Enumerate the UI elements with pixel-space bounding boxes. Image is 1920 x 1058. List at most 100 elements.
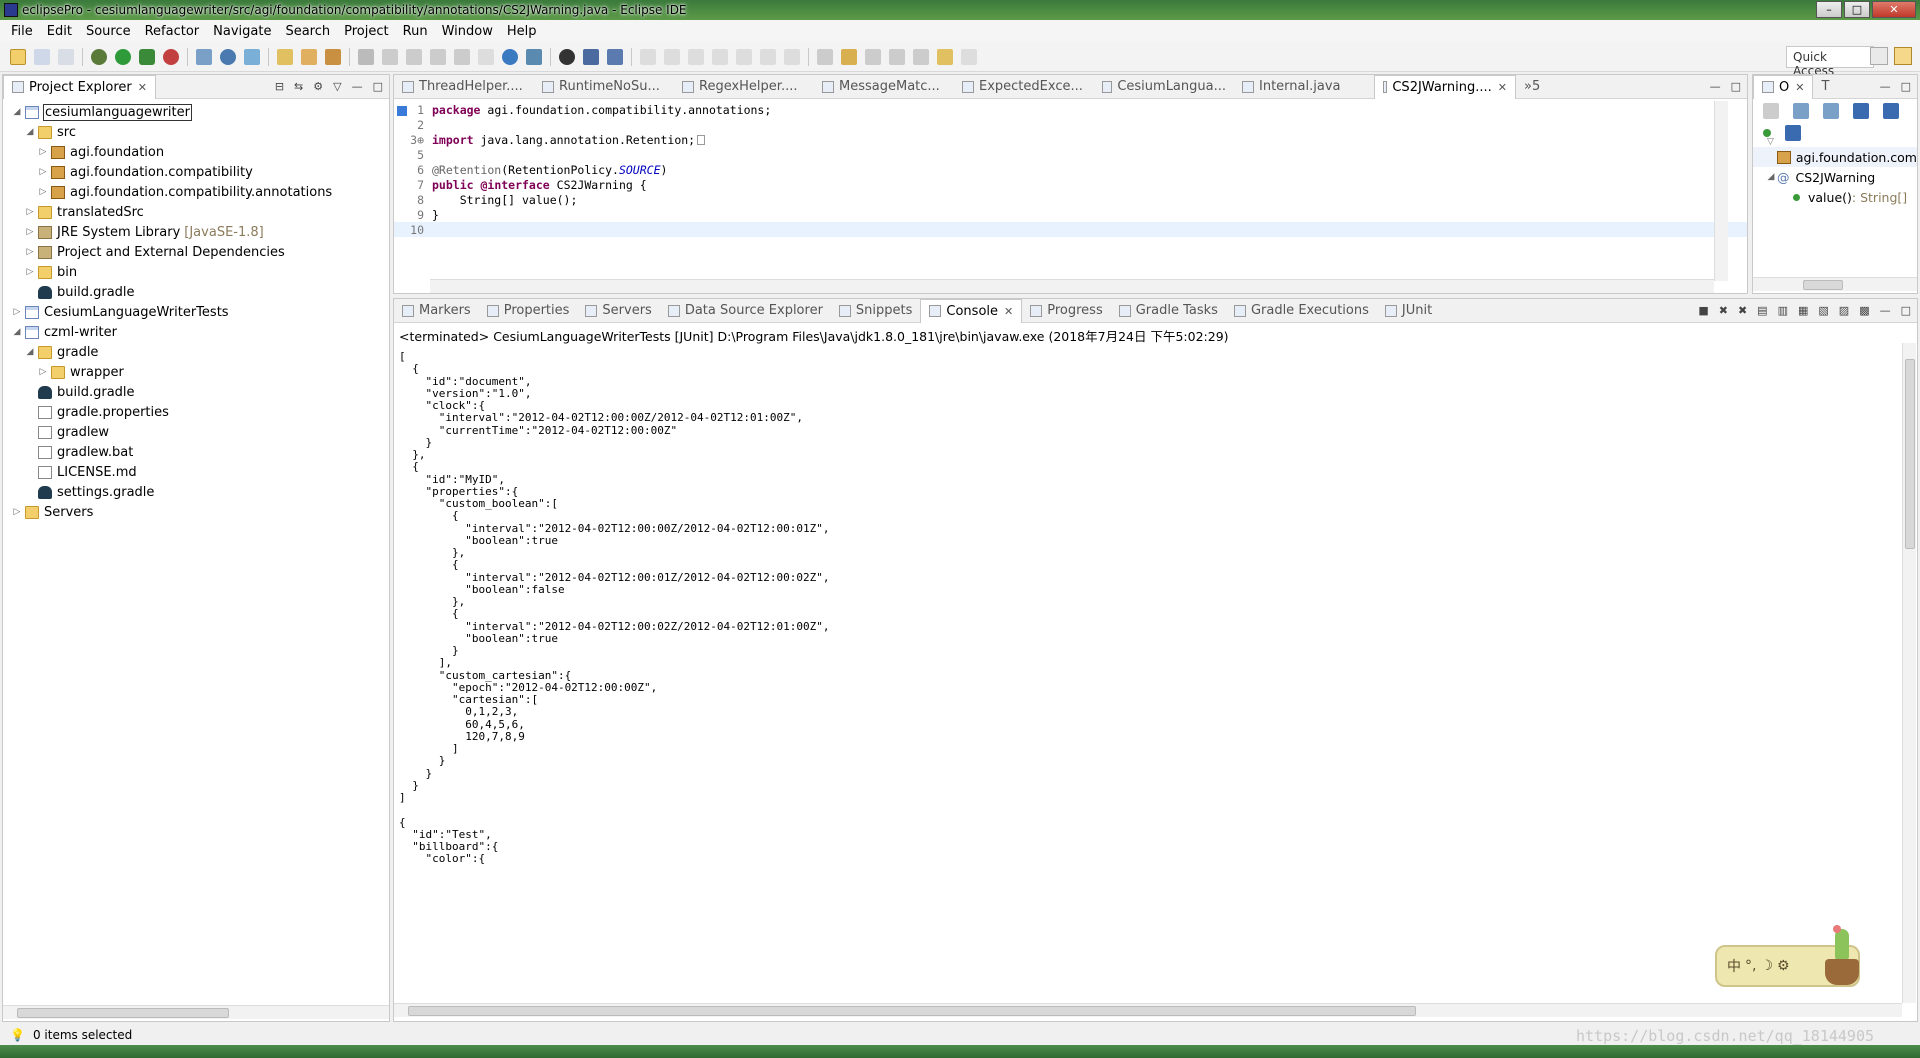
step-into-icon[interactable] <box>736 48 752 65</box>
tab-markers[interactable]: Markers <box>394 299 479 323</box>
navigate-back-icon[interactable] <box>937 48 953 65</box>
menu-help[interactable]: Help <box>500 24 544 39</box>
toggle-breadcrumb-icon[interactable] <box>406 48 422 65</box>
hide-local-types-icon[interactable] <box>1883 103 1899 119</box>
collapse-arrow-icon[interactable]: ◢ <box>24 347 36 357</box>
minimize-icon[interactable]: — <box>1880 304 1891 317</box>
tab-progress[interactable]: Progress <box>1022 299 1110 323</box>
block-selection-icon[interactable] <box>454 48 470 65</box>
editor-tab[interactable]: CS2JWarning.... ✕ <box>1374 74 1516 99</box>
show-on-output-icon[interactable]: ▧ <box>1818 304 1828 317</box>
tree-node[interactable]: gradle.properties <box>3 402 389 422</box>
collapse-arrow-icon[interactable]: ◢ <box>11 327 23 337</box>
console-vertical-scrollbar[interactable] <box>1902 343 1916 1003</box>
expand-arrow-icon[interactable]: ▷ <box>24 267 36 277</box>
expand-arrow-icon[interactable]: ▷ <box>37 367 49 377</box>
search-icon[interactable] <box>325 48 341 65</box>
remove-launch-icon[interactable]: ✖ <box>1719 304 1728 317</box>
expand-arrow-icon[interactable]: ▷ <box>37 167 49 177</box>
tree-node[interactable]: ▷ agi.foundation <box>3 142 389 162</box>
tree-node[interactable]: gradlew <box>3 422 389 442</box>
expand-arrow-icon[interactable]: ▷ <box>37 147 49 157</box>
open-task-icon[interactable] <box>301 48 317 65</box>
collapse-all-icon[interactable]: ⊟ <box>275 80 284 93</box>
menu-run[interactable]: Run <box>396 24 435 39</box>
open-console-icon[interactable]: ▩ <box>1859 304 1869 317</box>
tab-properties[interactable]: Properties <box>479 299 578 323</box>
pin-icon[interactable] <box>607 48 623 65</box>
close-icon[interactable]: ✕ <box>1795 81 1804 94</box>
annotation-prev-icon[interactable] <box>382 48 398 65</box>
tree-node[interactable]: ◢ cesiumlanguagewriter <box>3 102 389 122</box>
tab-outline[interactable]: O ✕ <box>1753 74 1814 99</box>
step-return-icon[interactable] <box>784 48 800 65</box>
new-icon[interactable] <box>10 48 26 65</box>
tree-node[interactable]: ▷ bin <box>3 262 389 282</box>
minimize-icon[interactable]: — <box>1710 80 1721 93</box>
external-tools-icon[interactable] <box>163 48 179 65</box>
pin-console-icon[interactable]: ▨ <box>1839 304 1849 317</box>
menu-window[interactable]: Window <box>435 24 500 39</box>
console-horizontal-scrollbar[interactable] <box>394 1003 1902 1017</box>
tab-gradle-tasks[interactable]: Gradle Tasks <box>1111 299 1226 323</box>
tab-snippets[interactable]: Snippets <box>831 299 920 323</box>
tree-node[interactable]: ▷ wrapper <box>3 362 389 382</box>
step-over-icon[interactable] <box>760 48 776 65</box>
expand-arrow-icon[interactable]: ▷ <box>24 207 36 217</box>
maximize-button[interactable]: □ <box>1844 1 1870 18</box>
resume-icon[interactable] <box>640 48 656 65</box>
menu-edit[interactable]: Edit <box>40 24 79 39</box>
navigate-forward-icon[interactable] <box>961 48 977 65</box>
close-icon[interactable]: ✕ <box>1004 305 1013 318</box>
view-menu-icon[interactable]: ▽ <box>333 80 341 93</box>
link-editor-icon[interactable] <box>1785 125 1801 141</box>
minimize-button[interactable]: – <box>1816 1 1842 18</box>
tree-node[interactable]: gradlew.bat <box>3 442 389 462</box>
ime-punctuation-icon[interactable]: °, <box>1745 958 1756 974</box>
toggle-mark-icon[interactable] <box>430 48 446 65</box>
editor-tab[interactable]: ThreadHelper.... <box>394 75 534 99</box>
ime-settings-icon[interactable]: ⚙ <box>1777 958 1790 974</box>
save-icon[interactable] <box>34 48 50 65</box>
word-wrap-icon[interactable]: ▦ <box>1798 304 1808 317</box>
expand-arrow-icon[interactable]: ▷ <box>11 507 23 517</box>
save-all-icon[interactable] <box>58 48 74 65</box>
outline-item-package[interactable]: agi.foundation.com <box>1753 147 1917 167</box>
suspend-icon[interactable] <box>664 48 680 65</box>
maximize-icon[interactable]: □ <box>1731 80 1741 93</box>
tree-node[interactable]: ◢ czml-writer <box>3 322 389 342</box>
ime-moon-icon[interactable]: ☽ <box>1760 958 1773 974</box>
tab-servers[interactable]: Servers <box>577 299 659 323</box>
tree-node[interactable]: ◢ gradle <box>3 342 389 362</box>
hide-nonpublic-icon[interactable] <box>1853 103 1869 119</box>
editor-tab[interactable]: MessageMatc... <box>814 75 954 99</box>
last-edit-icon[interactable] <box>841 48 857 65</box>
expand-arrow-icon[interactable]: ▷ <box>24 247 36 257</box>
editor-tab[interactable]: RuntimeNoSu... <box>534 75 674 99</box>
next-edit-icon[interactable] <box>865 48 881 65</box>
tree-node[interactable]: build.gradle <box>3 382 389 402</box>
sort-icon[interactable] <box>1823 103 1839 119</box>
clear-console-icon[interactable]: ▤ <box>1757 304 1767 317</box>
disconnect-icon[interactable] <box>712 48 728 65</box>
filter-icon[interactable]: ⚙ <box>313 80 323 93</box>
editor-tab[interactable]: Internal.java <box>1234 75 1374 99</box>
menu-project[interactable]: Project <box>337 24 395 39</box>
taskbar[interactable] <box>0 1045 1920 1058</box>
back-icon[interactable] <box>913 48 929 65</box>
tree-node[interactable]: ▷ JRE System Library [JavaSE-1.8] <box>3 222 389 242</box>
close-button[interactable]: ✕ <box>1872 1 1916 18</box>
outline-item-method[interactable]: value() : String[] <box>1753 187 1917 207</box>
new-server-icon[interactable] <box>196 48 212 65</box>
editor-vertical-scrollbar[interactable] <box>1714 101 1728 281</box>
open-perspective-icon[interactable] <box>1870 47 1888 65</box>
tree-node[interactable]: build.gradle <box>3 282 389 302</box>
tab-console[interactable]: Console ✕ <box>920 298 1023 323</box>
collapse-arrow-icon[interactable]: ◢ <box>24 127 36 137</box>
tree-node[interactable]: ▷ translatedSrc <box>3 202 389 222</box>
collapse-arrow-icon[interactable]: ◢ <box>11 107 23 117</box>
tree-node[interactable]: settings.gradle <box>3 482 389 502</box>
menu-navigate[interactable]: Navigate <box>206 24 278 39</box>
collapse-arrow-icon[interactable]: ◢ <box>1765 172 1777 182</box>
maximize-icon[interactable]: □ <box>373 80 383 93</box>
